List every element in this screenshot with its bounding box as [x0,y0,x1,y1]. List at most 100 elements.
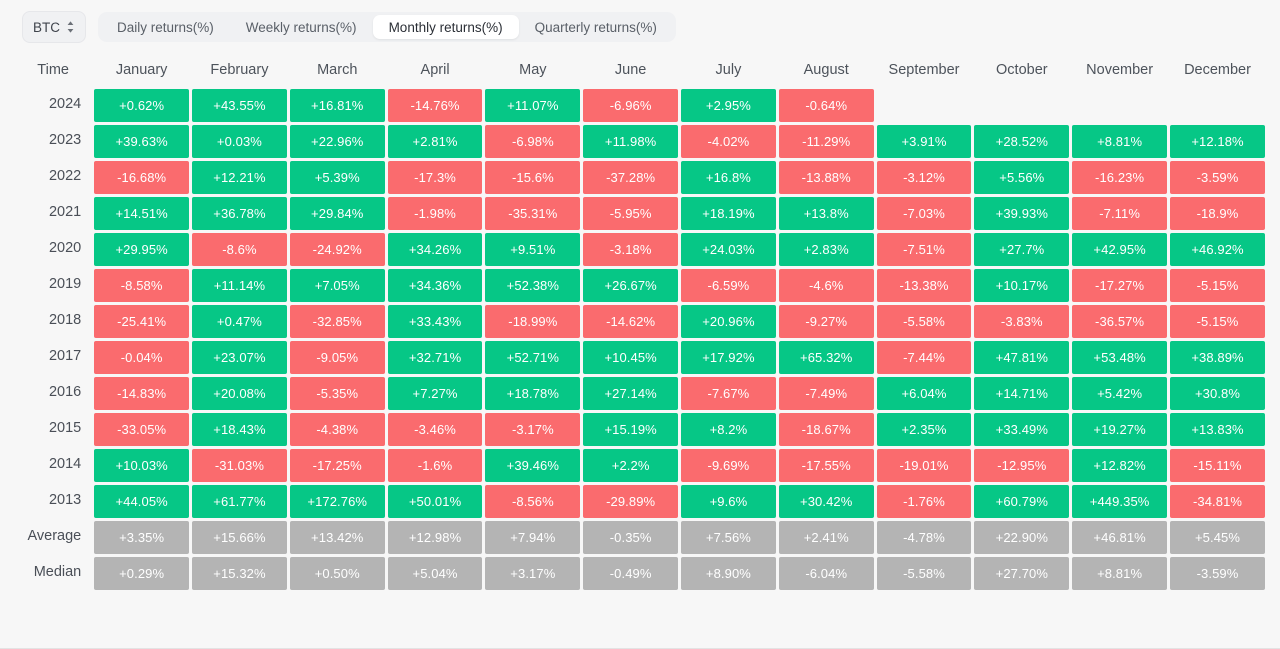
return-cell: +34.36% [387,269,483,302]
return-cell: -17.27% [1072,269,1168,302]
heatmap-table-wrapper: Time January February March April May Ju… [0,50,1280,593]
return-cell: -5.58% [876,305,972,338]
table-row: 2023 +39.63% +0.03% +22.96% +2.81% -6.98% +11.… [15,125,1265,158]
return-cell: -12.95% [974,449,1070,482]
return-cell: +10.17% [974,269,1070,302]
return-cell: -7.51% [876,233,972,266]
table-row: 2018 -25.41% +0.47% -32.85% +33.43% -18.99% -1… [15,305,1265,338]
return-cell: +14.51% [94,197,190,230]
return-cell: +2.35% [876,413,972,446]
return-cell: +5.39% [289,161,385,194]
return-cell: +11.98% [583,125,679,158]
table-row: 2022 -16.68% +12.21% +5.39% -17.3% -15.6% -37.… [15,161,1265,194]
return-cell: -14.62% [583,305,679,338]
return-cell: +8.90% [681,557,776,590]
table-row: 2024 +0.62% +43.55% +16.81% -14.76% +11.07% -6… [15,89,1265,122]
table-row: 2015 -33.05% +18.43% -4.38% -3.46% -3.17% +15.… [15,413,1265,446]
return-cell: -11.29% [778,125,874,158]
return-cell: +42.95% [1072,233,1168,266]
toolbar: BTC Daily returns(%) Weekly returns(%) M… [0,0,1280,50]
return-cell: +2.2% [583,449,679,482]
column-header-may: May [519,62,547,78]
return-cell: -14.83% [94,377,190,410]
column-header-november: November [1086,62,1154,78]
tab-quarterly-returns[interactable]: Quarterly returns(%) [519,15,673,39]
asset-selector[interactable]: BTC [22,11,86,43]
asset-selector-label: BTC [33,19,60,35]
tab-monthly-returns[interactable]: Monthly returns(%) [372,15,519,39]
return-cell: -37.28% [583,161,679,194]
return-cell: +13.42% [289,521,385,554]
row-label-2015: 2015 [48,420,82,436]
return-cell: -31.03% [192,449,287,482]
return-cell: +3.17% [485,557,581,590]
return-cell: +22.96% [289,125,385,158]
return-cell: -9.69% [681,449,776,482]
return-cell: +15.32% [192,557,287,590]
row-label-2024: 2024 [48,96,82,112]
return-cell: +19.27% [1072,413,1168,446]
return-cell: +20.96% [681,305,776,338]
return-cell: +0.29% [94,557,190,590]
return-cell: +65.32% [778,341,874,374]
return-cell: -3.46% [387,413,483,446]
return-cell: -4.78% [876,521,972,554]
return-cell: -4.6% [778,269,874,302]
return-cell: -9.27% [778,305,874,338]
row-label-2017: 2017 [48,348,82,364]
return-cell: +20.08% [192,377,287,410]
return-cell: +23.07% [192,341,287,374]
return-cell: +5.42% [1072,377,1168,410]
row-label-2022: 2022 [48,168,82,184]
return-cell: -5.35% [289,377,385,410]
return-cell: -24.92% [289,233,385,266]
return-cell: -3.59% [1170,161,1265,194]
return-cell: +12.98% [387,521,483,554]
return-cell: +44.05% [94,485,190,518]
row-label-average: Average [27,528,82,544]
return-cell: -6.96% [583,89,679,122]
return-cell: -17.3% [387,161,483,194]
monthly-returns-table: Time January February March April May Ju… [12,54,1268,593]
tab-daily-returns[interactable]: Daily returns(%) [101,15,230,39]
tab-weekly-returns[interactable]: Weekly returns(%) [230,15,373,39]
table-row: 2014 +10.03% -31.03% -17.25% -1.6% +39.46% +2.… [15,449,1265,482]
column-header-october: October [996,62,1048,78]
column-header-september: September [888,62,960,78]
return-cell: -3.17% [485,413,581,446]
chevron-up-down-icon [66,20,75,34]
row-label-median: Median [33,564,82,580]
return-cell: +11.07% [485,89,581,122]
return-cell: -6.04% [778,557,874,590]
table-row: 2019 -8.58% +11.14% +7.05% +34.36% +52.38% +26… [15,269,1265,302]
return-cell: +53.48% [1072,341,1168,374]
row-label-2020: 2020 [48,240,82,256]
return-cell: -25.41% [94,305,190,338]
table-head: Time January February March April May Ju… [15,57,1265,86]
returns-period-tabs: Daily returns(%) Weekly returns(%) Month… [98,12,676,42]
return-cell: +15.19% [583,413,679,446]
row-label-2013: 2013 [48,492,82,508]
return-cell: -1.76% [876,485,972,518]
table-body: 2024 +0.62% +43.55% +16.81% -14.76% +11.07% -6… [15,89,1265,590]
return-cell: +8.81% [1072,125,1168,158]
return-cell-empty [1170,89,1265,122]
table-header-row: Time January February March April May Ju… [15,57,1265,86]
return-cell: -8.6% [192,233,287,266]
table-row: 2017 -0.04% +23.07% -9.05% +32.71% +52.71% +10… [15,341,1265,374]
return-cell: +52.38% [485,269,581,302]
return-cell: +5.04% [387,557,483,590]
return-cell: +36.78% [192,197,287,230]
return-cell: -3.83% [974,305,1070,338]
return-cell: +29.84% [289,197,385,230]
row-label-2019: 2019 [48,276,82,292]
column-header-december: December [1184,62,1251,78]
return-cell: +18.43% [192,413,287,446]
return-cell: -6.98% [485,125,581,158]
return-cell: +28.52% [974,125,1070,158]
return-cell: +10.45% [583,341,679,374]
return-cell: +0.47% [192,305,287,338]
return-cell: +34.26% [387,233,483,266]
return-cell: +9.6% [681,485,776,518]
return-cell: +2.81% [387,125,483,158]
